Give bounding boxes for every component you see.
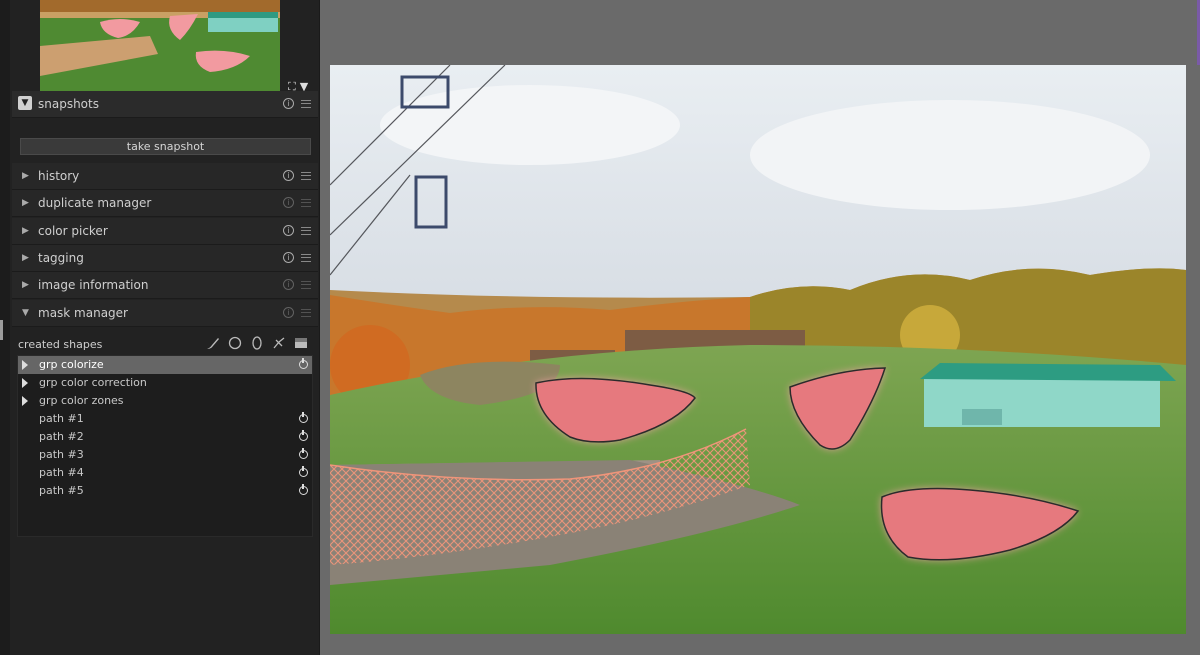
image-canvas[interactable] bbox=[330, 65, 1186, 634]
path-label: path #4 bbox=[39, 466, 84, 479]
collapsed-arrow-icon: ▶ bbox=[22, 253, 29, 263]
brush-icon[interactable] bbox=[206, 336, 220, 350]
module-header-tagging[interactable]: ▶ tagging i bbox=[12, 245, 318, 272]
module-header-history[interactable]: ▶ history i bbox=[12, 163, 318, 190]
path-label: path #5 bbox=[39, 484, 84, 497]
path-label: path #1 bbox=[39, 412, 84, 425]
shape-tools bbox=[206, 336, 308, 350]
module-label: snapshots bbox=[38, 97, 99, 111]
path-icon[interactable] bbox=[272, 336, 286, 350]
expanded-arrow-icon: ▼ bbox=[18, 96, 32, 110]
presets-menu-icon[interactable] bbox=[301, 100, 311, 108]
module-label: mask manager bbox=[38, 306, 128, 320]
collapsed-arrow-icon: ▶ bbox=[22, 226, 29, 236]
module-label: color picker bbox=[38, 224, 108, 238]
presets-menu-icon[interactable] bbox=[301, 309, 311, 317]
power-icon[interactable] bbox=[299, 412, 308, 423]
list-item-path[interactable]: path #4 bbox=[18, 464, 312, 482]
shapes-list: grp colorize grp color correction grp co… bbox=[17, 355, 313, 537]
module-label: history bbox=[38, 169, 80, 183]
info-icon[interactable]: i bbox=[283, 279, 294, 290]
group-label: grp colorize bbox=[39, 358, 104, 371]
presets-menu-icon[interactable] bbox=[301, 281, 311, 289]
ellipse-icon[interactable] bbox=[250, 336, 264, 350]
module-header-mask-manager[interactable]: ▼ mask manager i bbox=[12, 300, 318, 327]
power-icon[interactable] bbox=[299, 448, 308, 459]
module-header-snapshots[interactable]: ▼ snapshots i bbox=[12, 91, 318, 118]
power-icon[interactable] bbox=[299, 466, 308, 477]
module-header-color-picker[interactable]: ▶ color picker i bbox=[12, 218, 318, 245]
expand-arrow-icon[interactable] bbox=[22, 378, 28, 388]
circle-icon[interactable] bbox=[228, 336, 242, 350]
module-label: image information bbox=[38, 278, 149, 292]
navigation-thumbnail[interactable] bbox=[40, 0, 280, 91]
list-item-path[interactable]: path #3 bbox=[18, 446, 312, 464]
presets-menu-icon[interactable] bbox=[301, 227, 311, 235]
list-item-group[interactable]: grp color zones bbox=[18, 392, 312, 410]
power-icon[interactable] bbox=[299, 430, 308, 441]
power-icon[interactable] bbox=[299, 358, 308, 369]
list-item-group[interactable]: grp color correction bbox=[18, 374, 312, 392]
left-panel: ⛶▼ ▼ snapshots i take snapshot ▶ history… bbox=[0, 0, 320, 655]
expand-arrow-icon[interactable] bbox=[22, 396, 28, 406]
info-icon[interactable]: i bbox=[283, 170, 294, 181]
info-icon[interactable]: i bbox=[283, 197, 294, 208]
group-label: grp color correction bbox=[39, 376, 147, 389]
mask-manager-body: created shapes grp colorize grp color co… bbox=[12, 328, 318, 542]
module-header-duplicate-manager[interactable]: ▶ duplicate manager i bbox=[12, 190, 318, 217]
info-icon[interactable]: i bbox=[283, 98, 294, 109]
list-item-group[interactable]: grp colorize bbox=[18, 356, 312, 374]
list-item-path[interactable]: path #5 bbox=[18, 482, 312, 500]
module-label: tagging bbox=[38, 251, 84, 265]
path-label: path #2 bbox=[39, 430, 84, 443]
module-header-image-information[interactable]: ▶ image information i bbox=[12, 272, 318, 299]
expanded-arrow-icon: ▼ bbox=[22, 308, 29, 318]
gradient-icon[interactable] bbox=[294, 336, 308, 350]
module-label: duplicate manager bbox=[38, 196, 152, 210]
list-item-path[interactable]: path #1 bbox=[18, 410, 312, 428]
panel-scrollbar[interactable] bbox=[0, 320, 3, 340]
group-label: grp color zones bbox=[39, 394, 124, 407]
presets-menu-icon[interactable] bbox=[301, 172, 311, 180]
collapsed-arrow-icon: ▶ bbox=[22, 198, 29, 208]
take-snapshot-button[interactable]: take snapshot bbox=[20, 138, 311, 155]
info-icon[interactable]: i bbox=[283, 307, 294, 318]
presets-menu-icon[interactable] bbox=[301, 199, 311, 207]
created-shapes-label: created shapes bbox=[18, 338, 103, 351]
photo-ski-slope bbox=[330, 65, 1186, 634]
expand-arrow-icon[interactable] bbox=[22, 360, 28, 370]
presets-menu-icon[interactable] bbox=[301, 254, 311, 262]
navigation-preview-image bbox=[40, 0, 280, 91]
info-icon[interactable]: i bbox=[283, 252, 294, 263]
info-icon[interactable]: i bbox=[283, 225, 294, 236]
snapshots-body: take snapshot bbox=[12, 118, 318, 162]
power-icon[interactable] bbox=[299, 484, 308, 495]
path-label: path #3 bbox=[39, 448, 84, 461]
list-item-path[interactable]: path #2 bbox=[18, 428, 312, 446]
collapsed-arrow-icon: ▶ bbox=[22, 280, 29, 290]
collapsed-arrow-icon: ▶ bbox=[22, 171, 29, 181]
